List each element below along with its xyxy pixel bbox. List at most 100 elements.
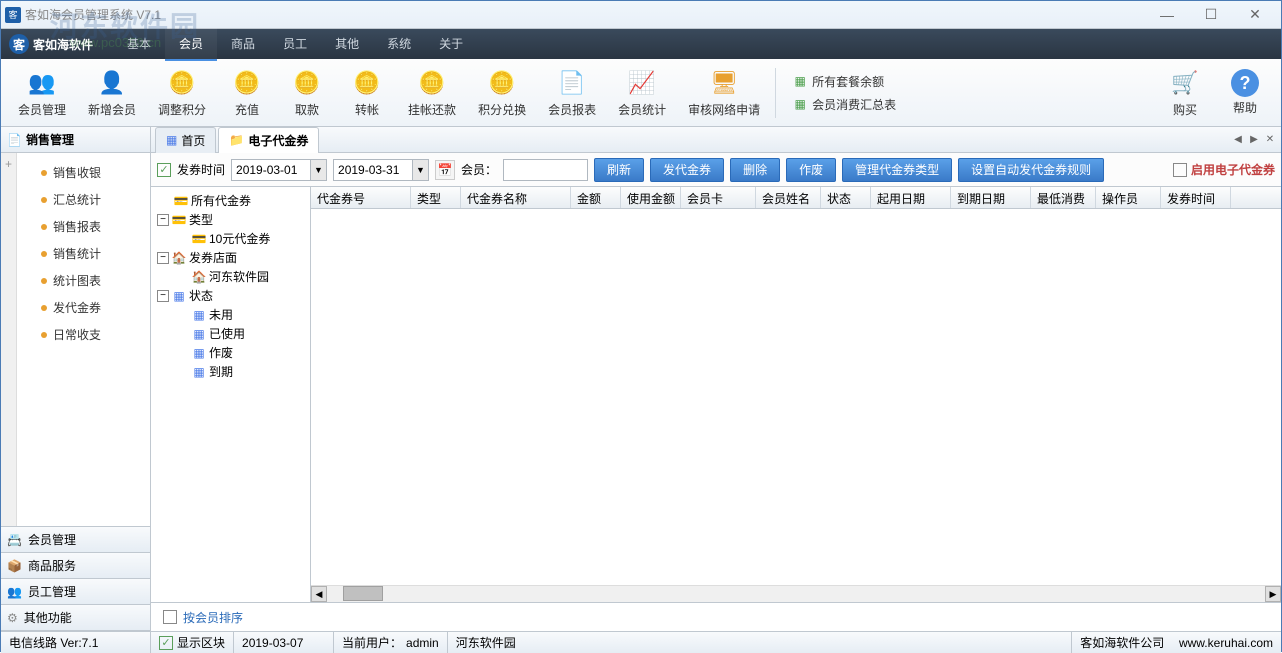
toolbar-button-4[interactable]: 🪙取款 [277,62,337,123]
menu-item-6[interactable]: 关于 [425,28,477,61]
bottom-nav-3[interactable]: ⚙其他功能 [1,605,150,631]
show-block-checkbox[interactable]: ✓ [159,636,173,650]
grid-col-0[interactable]: 代金券号 [311,187,411,208]
grid-col-1[interactable]: 类型 [411,187,461,208]
nav-item-2[interactable]: 销售报表 [17,213,150,240]
tree-node-2[interactable]: 💳10元代金券 [155,229,306,248]
filter-button-2[interactable]: 删除 [730,158,780,182]
status-date: 2019-03-07 [234,632,334,653]
bottom-nav-icon-3: ⚙ [7,611,18,625]
tab-0[interactable]: ▦首页 [155,127,216,153]
grid-col-6[interactable]: 会员姓名 [756,187,821,208]
scroll-right-arrow[interactable]: ▶ [1265,586,1281,602]
filter-button-4[interactable]: 管理代金券类型 [842,158,952,182]
tree-node-1[interactable]: −💳类型 [155,210,306,229]
status-company-cell: 客如海软件公司 www.keruhai.com [1072,632,1281,653]
filter-button-1[interactable]: 发代金券 [650,158,724,182]
tree-expander-3[interactable]: − [157,252,169,264]
menu-item-0[interactable]: 基本 [113,28,165,61]
toolbar-right-1[interactable]: ?帮助 [1215,64,1275,121]
maximize-button[interactable]: ☐ [1189,2,1233,28]
date-to-picker[interactable]: ▼ [333,159,429,181]
grid-panel: 代金券号类型代金券名称金额使用金额会员卡会员姓名状态起用日期到期日期最低消费操作… [311,187,1281,602]
minimize-button[interactable]: — [1145,2,1189,28]
scroll-thumb[interactable] [343,586,383,601]
toolbar-side-link-1[interactable]: ▦会员消费汇总表 [788,94,900,115]
sort-by-member-checkbox[interactable] [163,610,177,624]
status-url[interactable]: www.keruhai.com [1179,636,1273,650]
calendar-icon[interactable]: 📅 [435,160,455,180]
toolbar-button-7[interactable]: 🪙积分兑换 [467,62,537,123]
tree-node-9[interactable]: ▦到期 [155,362,306,381]
toolbar-button-2[interactable]: 🪙调整积分 [147,62,217,123]
grid-col-7[interactable]: 状态 [821,187,871,208]
grid-col-4[interactable]: 使用金额 [621,187,681,208]
date-to-input[interactable] [334,160,412,180]
member-input[interactable] [503,159,588,181]
nav-item-6[interactable]: 日常收支 [17,321,150,348]
bottom-nav-2[interactable]: 👥员工管理 [1,579,150,605]
tree-label-7: 已使用 [209,325,245,342]
tree-expander-5[interactable]: − [157,290,169,302]
tab-1[interactable]: 📁电子代金券 [218,127,319,153]
grid-body[interactable] [311,209,1281,585]
add-tab-button[interactable]: + [1,153,17,526]
horizontal-scrollbar[interactable]: ◀ ▶ [311,585,1281,602]
menu-item-2[interactable]: 商品 [217,28,269,61]
toolbar-button-5[interactable]: 🪙转帐 [337,62,397,123]
menu-item-1[interactable]: 会员 [165,28,217,61]
nav-item-1[interactable]: 汇总统计 [17,186,150,213]
toolbar-button-10[interactable]: 🖥审核网络申请 [677,62,771,123]
tab-prev-button[interactable]: ◀ [1231,133,1245,147]
date-from-input[interactable] [232,160,310,180]
tab-next-button[interactable]: ▶ [1247,133,1261,147]
toolbar-right-0[interactable]: 🛒购买 [1155,62,1215,123]
filter-button-3[interactable]: 作废 [786,158,836,182]
filter-button-5[interactable]: 设置自动发代金券规则 [958,158,1104,182]
toolbar-button-1[interactable]: 👤新增会员 [77,62,147,123]
toolbar-button-8[interactable]: 📄会员报表 [537,62,607,123]
toolbar-button-6[interactable]: 🪙挂帐还款 [397,62,467,123]
date-to-dropdown[interactable]: ▼ [412,160,428,180]
date-filter-checkbox[interactable]: ✓ [157,163,171,177]
date-from-picker[interactable]: ▼ [231,159,327,181]
menu-item-5[interactable]: 系统 [373,28,425,61]
grid-col-11[interactable]: 操作员 [1096,187,1161,208]
nav-item-4[interactable]: 统计图表 [17,267,150,294]
grid-col-9[interactable]: 到期日期 [951,187,1031,208]
tree-node-6[interactable]: ▦未用 [155,305,306,324]
toolbar-button-3[interactable]: 🪙充值 [217,62,277,123]
grid-col-5[interactable]: 会员卡 [681,187,756,208]
tree-node-7[interactable]: ▦已使用 [155,324,306,343]
nav-item-5[interactable]: 发代金券 [17,294,150,321]
grid-col-8[interactable]: 起用日期 [871,187,951,208]
nav-item-3[interactable]: 销售统计 [17,240,150,267]
tree-node-3[interactable]: −🏠发券店面 [155,248,306,267]
toolbar-side-link-0[interactable]: ▦所有套餐余额 [788,71,900,92]
panel-header-sales[interactable]: 📄 销售管理 [1,127,150,153]
toolbar-icon-9: 📈 [626,67,658,99]
grid-col-3[interactable]: 金额 [571,187,621,208]
status-show-block[interactable]: ✓ 显示区块 [151,632,234,653]
tab-close-button[interactable]: ✕ [1263,133,1277,147]
close-button[interactable]: ✕ [1233,2,1277,28]
grid-col-10[interactable]: 最低消费 [1031,187,1096,208]
tree-node-5[interactable]: −▦状态 [155,286,306,305]
filter-button-0[interactable]: 刷新 [594,158,644,182]
tree-node-0[interactable]: 💳所有代金券 [155,191,306,210]
menu-item-3[interactable]: 员工 [269,28,321,61]
nav-item-0[interactable]: 销售收银 [17,159,150,186]
tree-expander-1[interactable]: − [157,214,169,226]
date-from-dropdown[interactable]: ▼ [310,160,326,180]
menu-item-4[interactable]: 其他 [321,28,373,61]
toolbar-button-9[interactable]: 📈会员统计 [607,62,677,123]
grid-col-2[interactable]: 代金券名称 [461,187,571,208]
tree-node-4[interactable]: 🏠河东软件园 [155,267,306,286]
bottom-nav-0[interactable]: 📇会员管理 [1,527,150,553]
bottom-nav-1[interactable]: 📦商品服务 [1,553,150,579]
tree-node-8[interactable]: ▦作废 [155,343,306,362]
scroll-left-arrow[interactable]: ◀ [311,586,327,602]
grid-col-12[interactable]: 发券时间 [1161,187,1231,208]
enable-ecoupon-checkbox[interactable] [1173,163,1187,177]
toolbar-button-0[interactable]: 👥会员管理 [7,62,77,123]
